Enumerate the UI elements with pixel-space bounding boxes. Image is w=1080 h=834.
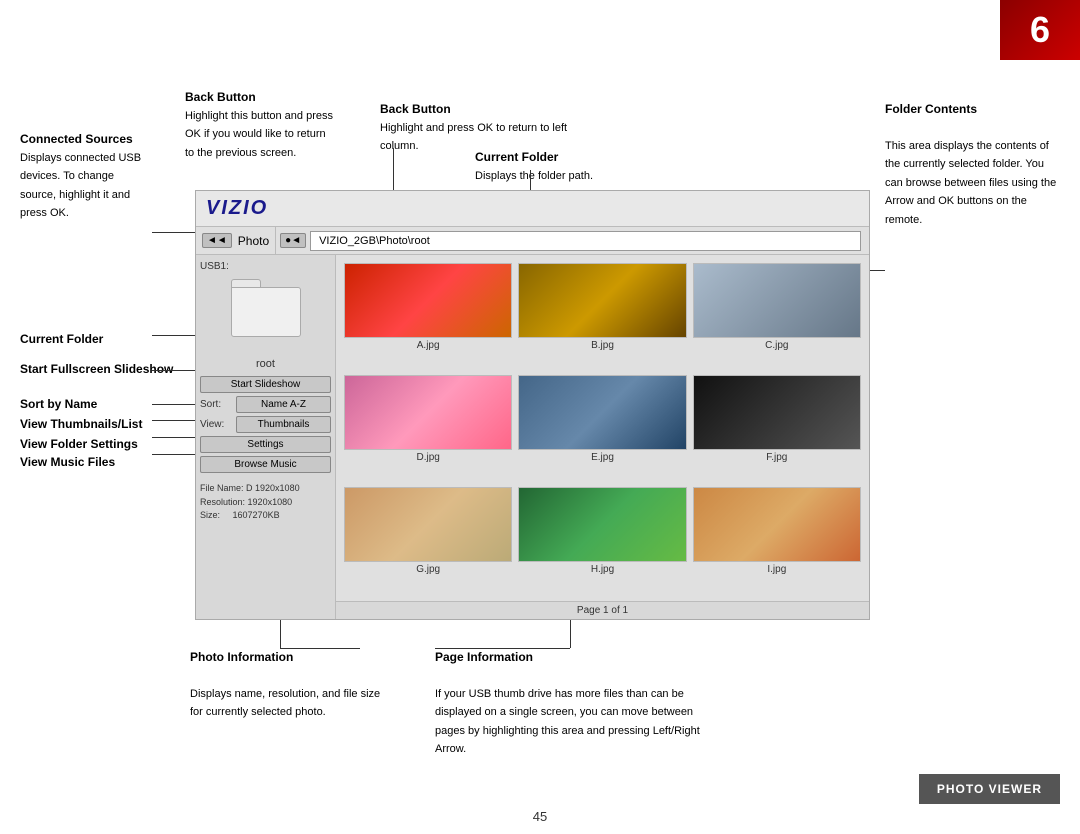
photo-item-h[interactable]: H.jpg [518, 487, 686, 593]
photo-grid-container: A.jpg B.jpg C.jpg D.jpg E.jpg [336, 255, 869, 619]
folder-icon-container [231, 279, 301, 351]
photo-thumb-f [693, 375, 861, 450]
page-information-annotation: Page Information If your USB thumb drive… [435, 648, 715, 758]
nav-section-right: ●◄ VIZIO_2GB\Photo\root [276, 227, 869, 255]
photo-item-i[interactable]: I.jpg [693, 487, 861, 593]
file-info: File Name: D 1920x1080 Resolution: 1920x… [200, 482, 331, 523]
photo-item-f[interactable]: F.jpg [693, 375, 861, 481]
panel-sidebar: USB1: root Start Slideshow Sort: Name A-… [196, 255, 336, 619]
photo-grid: A.jpg B.jpg C.jpg D.jpg E.jpg [336, 255, 869, 601]
start-slideshow-btn[interactable]: Start Slideshow [200, 376, 331, 393]
view-label: View: [200, 419, 232, 430]
sort-label: Sort: [200, 399, 232, 410]
back-button-right-annotation: Back Button Highlight and press OK to re… [380, 100, 580, 155]
usb-label: USB1: [200, 259, 331, 274]
folder-contents-desc: This area displays the contents of the c… [885, 140, 1056, 226]
folder-contents-annotation: Folder Contents This area displays the c… [885, 100, 1060, 228]
settings-btn[interactable]: Settings [200, 436, 331, 453]
file-name-value: D 1920x1080 [246, 483, 300, 493]
vizio-panel: VIZIO ◄◄ Photo ●◄ VIZIO_2GB\Photo\root U… [195, 190, 870, 620]
vizio-logo: VIZIO [206, 197, 268, 220]
nav-path: VIZIO_2GB\Photo\root [310, 231, 861, 251]
photo-label-a: A.jpg [417, 340, 440, 351]
resolution-value: 1920x1080 [248, 497, 293, 507]
page-number: 45 [533, 809, 547, 824]
nav-back-right-btn[interactable]: ●◄ [280, 233, 306, 248]
connected-sources-desc: Displays connected USB devices. To chang… [20, 152, 141, 219]
current-folder-top-title: Current Folder [475, 150, 558, 164]
sidebar-controls: Start Slideshow Sort: Name A-Z View: Thu… [200, 376, 331, 523]
photo-label-d: D.jpg [416, 452, 439, 463]
photo-info-hline [280, 648, 360, 649]
view-folder-settings-label: View Folder Settings [20, 435, 138, 453]
photo-label-f: F.jpg [766, 452, 787, 463]
connected-sources-annotation: Connected Sources Displays connected USB… [20, 130, 150, 222]
panel-body: USB1: root Start Slideshow Sort: Name A-… [196, 255, 869, 619]
photo-information-desc: Displays name, resolution, and file size… [190, 688, 380, 718]
sort-by-name-label: Sort by Name [20, 395, 97, 413]
photo-label-g: G.jpg [416, 564, 440, 575]
folder-label: root [200, 358, 331, 370]
resolution-label: Resolution: [200, 497, 245, 507]
sort-row: Sort: Name A-Z [200, 396, 331, 413]
nav-back-left-btn[interactable]: ◄◄ [202, 233, 232, 248]
view-thumbnails-btn[interactable]: Thumbnails [236, 416, 331, 433]
photo-item-e[interactable]: E.jpg [518, 375, 686, 481]
photo-label-e: E.jpg [591, 452, 614, 463]
photo-label-c: C.jpg [765, 340, 788, 351]
photo-item-d[interactable]: D.jpg [344, 375, 512, 481]
folder-contents-title: Folder Contents [885, 102, 977, 116]
photo-thumb-i [693, 487, 861, 562]
start-fullscreen-label: Start Fullscreen Slideshow [20, 360, 173, 378]
connected-sources-title: Connected Sources [20, 132, 133, 146]
photo-thumb-h [518, 487, 686, 562]
current-folder-top-annotation: Current Folder Displays the folder path. [475, 148, 655, 184]
view-thumbnails-label: View Thumbnails/List [20, 415, 142, 433]
photo-thumb-g [344, 487, 512, 562]
photo-thumb-b [518, 263, 686, 338]
page-information-title: Page Information [435, 650, 533, 664]
page-number-badge: 6 [1000, 0, 1080, 60]
photo-thumb-a [344, 263, 512, 338]
nav-bar: ◄◄ Photo ●◄ VIZIO_2GB\Photo\root [196, 227, 869, 255]
back-button-right-title: Back Button [380, 102, 451, 116]
sort-btn[interactable]: Name A-Z [236, 396, 331, 413]
page-info-text: Page 1 of 1 [577, 605, 628, 616]
photo-information-title: Photo Information [190, 650, 293, 664]
file-name-label: File Name: [200, 483, 244, 493]
current-folder-top-desc: Displays the folder path. [475, 170, 593, 182]
folder-body [231, 287, 301, 337]
photo-item-g[interactable]: G.jpg [344, 487, 512, 593]
photo-thumb-c [693, 263, 861, 338]
photo-thumb-d [344, 375, 512, 450]
back-button-left-desc: Highlight this button and press OK if yo… [185, 110, 333, 159]
nav-section-left: ◄◄ Photo [196, 227, 276, 254]
page-information-desc: If your USB thumb drive has more files t… [435, 688, 700, 755]
chapter-number: 6 [1030, 9, 1050, 51]
view-music-files-label: View Music Files [20, 453, 115, 471]
back-button-left-annotation: Back Button Highlight this button and pr… [185, 88, 335, 161]
page-info-hline [435, 648, 570, 649]
size-value: 1607270KB [233, 510, 280, 520]
photo-label-h: H.jpg [591, 564, 614, 575]
photo-item-c[interactable]: C.jpg [693, 263, 861, 369]
back-button-left-title: Back Button [185, 90, 256, 104]
photo-item-b[interactable]: B.jpg [518, 263, 686, 369]
photo-item-a[interactable]: A.jpg [344, 263, 512, 369]
photo-information-annotation: Photo Information Displays name, resolut… [190, 648, 390, 721]
current-folder-label: Current Folder [20, 330, 103, 348]
photo-thumb-e [518, 375, 686, 450]
browse-music-btn[interactable]: Browse Music [200, 456, 331, 473]
size-label: Size: [200, 510, 220, 520]
photo-viewer-text: PHOTO VIEWER [937, 782, 1042, 796]
page-info-bar: Page 1 of 1 [336, 601, 869, 619]
view-row: View: Thumbnails [200, 416, 331, 433]
photo-viewer-badge: PHOTO VIEWER [919, 774, 1060, 804]
vizio-logo-bar: VIZIO [196, 191, 869, 227]
photo-label-i: I.jpg [767, 564, 786, 575]
nav-label-photo: Photo [238, 234, 269, 248]
photo-label-b: B.jpg [591, 340, 614, 351]
